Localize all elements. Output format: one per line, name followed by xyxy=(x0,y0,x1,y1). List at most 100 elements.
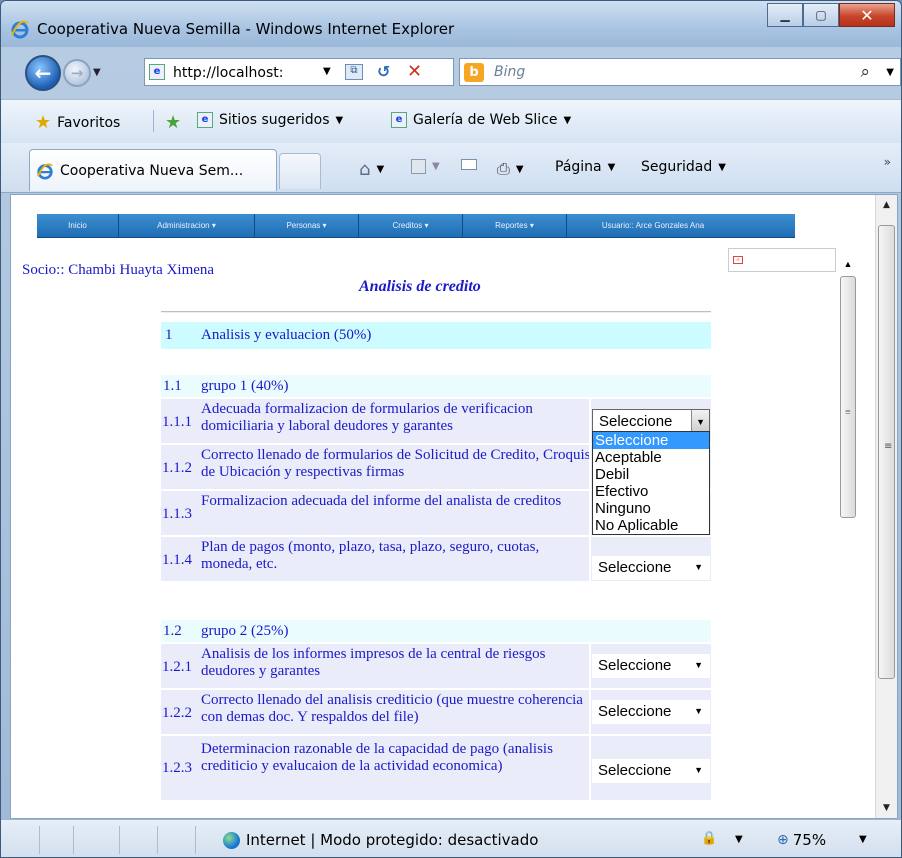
criterion-number: 1.2.1 xyxy=(162,659,192,675)
printer-icon: ⎙ xyxy=(497,159,510,178)
tab-current[interactable]: Cooperativa Nueva Sem... xyxy=(29,149,277,191)
menu-item-administracion[interactable]: Administracion ▾ xyxy=(119,213,255,238)
select-value: Seleccione xyxy=(598,657,672,674)
chevron-down-icon[interactable]: ▼ xyxy=(735,834,743,845)
status-bar: Internet | Modo protegido: desactivado 🔒… xyxy=(1,819,901,857)
rating-select[interactable]: Seleccione ▼ xyxy=(592,759,710,783)
rating-select-open[interactable]: Seleccione ▼ xyxy=(592,409,710,433)
compatibility-view-icon[interactable]: ⧉ xyxy=(345,64,363,80)
ie-page-icon: e xyxy=(197,112,213,128)
refresh-icon[interactable]: ↺ xyxy=(377,62,390,81)
mail-icon xyxy=(461,159,477,170)
suggested-sites-button[interactable]: e Sitios sugeridos ▼ xyxy=(197,112,343,128)
back-button[interactable]: ← xyxy=(25,55,61,91)
chevron-down-icon: ▼ xyxy=(432,161,440,172)
menu-item-personas[interactable]: Personas ▾ xyxy=(255,213,359,238)
criterion-label: Analisis de los informes impresos de la … xyxy=(201,646,546,679)
separator xyxy=(195,826,196,854)
search-options-dropdown-icon[interactable]: ▼ xyxy=(886,67,894,78)
select-value: Seleccione xyxy=(598,559,672,576)
address-bar: ← → ▼ e http://localhost: ▼ ⧉ ↺ ✕ b Bing… xyxy=(1,47,901,99)
dropdown-option[interactable]: No Aplicable xyxy=(593,517,709,534)
page-menu-button[interactable]: Página ▼ xyxy=(555,159,615,175)
menu-item-creditos[interactable]: Creditos ▾ xyxy=(359,213,463,238)
recent-pages-dropdown-icon[interactable]: ▼ xyxy=(93,67,101,78)
home-button[interactable]: ⌂ ▼ xyxy=(359,159,384,180)
menu-item-label: Reportes xyxy=(495,221,528,230)
divider xyxy=(589,644,591,688)
criterion-number: 1.1.1 xyxy=(162,414,192,430)
search-icon[interactable]: ⌕ xyxy=(860,62,870,82)
security-menu-label: Seguridad xyxy=(641,159,713,175)
chevron-down-icon: ▾ xyxy=(320,221,327,230)
separator xyxy=(157,826,158,854)
zoom-icon: ⊕ xyxy=(777,832,789,848)
add-favorite-button[interactable]: ★ xyxy=(165,112,181,133)
tab-title: Cooperativa Nueva Sem... xyxy=(60,162,244,179)
new-tab-button[interactable] xyxy=(279,153,321,189)
more-tools-chevron-icon[interactable]: » xyxy=(884,155,891,169)
close-button[interactable]: ✕ xyxy=(839,3,895,27)
menu-item-reportes[interactable]: Reportes ▾ xyxy=(463,213,567,238)
chevron-down-icon: ▼ xyxy=(696,417,705,427)
section-label: Analisis y evaluacion (50%) xyxy=(201,327,372,343)
rating-select[interactable]: Seleccione ▼ xyxy=(592,556,710,580)
divider xyxy=(589,445,591,489)
scroll-thumb[interactable]: ≡ xyxy=(840,276,856,518)
bing-logo-icon: b xyxy=(464,63,484,82)
web-slice-gallery-button[interactable]: e Galería de Web Slice ▼ xyxy=(391,112,571,128)
scroll-up-icon[interactable]: ▲ xyxy=(876,195,897,215)
url-text[interactable]: http://localhost: xyxy=(173,65,283,81)
divider xyxy=(589,736,591,800)
stop-icon[interactable]: ✕ xyxy=(407,61,422,82)
search-field[interactable]: b Bing ⌕ ▼ xyxy=(459,58,901,86)
page-scrollbar[interactable]: ▲ ≡ ▼ xyxy=(875,195,897,818)
rating-select[interactable]: Seleccione ▼ xyxy=(592,700,710,724)
section-row: 1 Analisis y evaluacion (50%) xyxy=(161,322,711,349)
dropdown-option[interactable]: Seleccione xyxy=(593,432,709,449)
dropdown-option[interactable]: Debil xyxy=(593,466,709,483)
print-button[interactable]: ⎙ ▼ xyxy=(497,159,524,179)
menu-item-inicio[interactable]: Inicio xyxy=(37,213,119,238)
url-field[interactable]: e http://localhost: ▼ ⧉ ↺ ✕ xyxy=(144,58,454,86)
favorites-label: Favoritos xyxy=(57,114,121,131)
rating-select[interactable]: Seleccione ▼ xyxy=(592,654,710,678)
divider xyxy=(589,690,591,734)
rss-icon xyxy=(411,159,426,174)
scroll-thumb[interactable]: ≡ xyxy=(878,225,895,679)
ie-logo-icon xyxy=(36,162,53,180)
criterion-label: Correcto llenado de formularios de Solic… xyxy=(201,447,591,480)
title-bar: Cooperativa Nueva Semilla - Windows Inte… xyxy=(1,1,901,47)
tab-bar: Cooperativa Nueva Sem... ⌂ ▼ ▼ ⎙ ▼ Págin… xyxy=(1,143,901,193)
read-mail-button[interactable] xyxy=(461,159,477,170)
security-zone[interactable]: Internet | Modo protegido: desactivado xyxy=(223,831,538,849)
group-number: 1.1 xyxy=(163,378,182,394)
scroll-up-icon[interactable]: ▲ xyxy=(839,255,857,273)
menu-item-label: Personas xyxy=(286,221,321,230)
chevron-down-icon: ▾ xyxy=(527,221,534,230)
frame-scrollbar[interactable]: ▲ ≡ xyxy=(839,255,857,818)
chevron-down-icon: ▼ xyxy=(607,161,616,173)
scroll-down-icon[interactable]: ▼ xyxy=(876,798,897,818)
zoom-dropdown-icon[interactable]: ▼ xyxy=(859,834,867,845)
chevron-down-icon: ▼ xyxy=(515,163,524,175)
chevron-down-icon: ▼ xyxy=(718,161,726,173)
menu-item-usuario[interactable]: Usuario:: Arce Gonzales Ana xyxy=(567,214,739,238)
favorites-button[interactable]: ★ Favoritos xyxy=(35,112,120,133)
url-dropdown-icon[interactable]: ▼ xyxy=(323,66,331,77)
minimize-button[interactable]: ▁ xyxy=(767,3,803,27)
criterion-label: Adecuada formalizacion de formularios de… xyxy=(201,401,533,434)
search-placeholder[interactable]: Bing xyxy=(494,64,525,80)
criterion-label: Plan de pagos (monto, plazo, tasa, plazo… xyxy=(201,539,540,572)
dropdown-option[interactable]: Efectivo xyxy=(593,483,709,500)
page-icon: e xyxy=(149,64,165,80)
maximize-button[interactable]: ▢ xyxy=(803,3,839,27)
dropdown-option[interactable]: Ninguno xyxy=(593,500,709,517)
security-menu-button[interactable]: Seguridad ▼ xyxy=(641,159,726,175)
forward-button[interactable]: → xyxy=(63,59,91,87)
feeds-button[interactable]: ▼ xyxy=(411,159,440,174)
select-value: Seleccione xyxy=(598,762,672,779)
dropdown-option[interactable]: Aceptable xyxy=(593,449,709,466)
zoom-level-button[interactable]: ⊕ 75% xyxy=(777,831,826,849)
protected-mode-icon[interactable]: 🔒 xyxy=(701,831,717,846)
